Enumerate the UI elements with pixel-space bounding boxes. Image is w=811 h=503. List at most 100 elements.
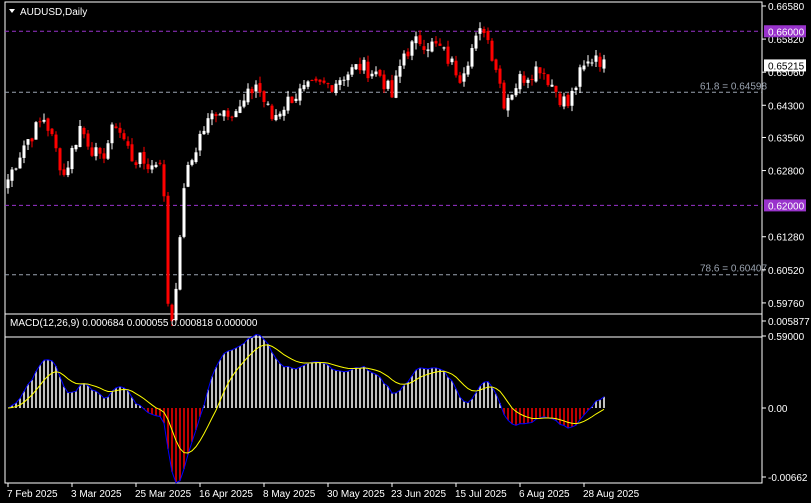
- candle-body: [30, 138, 34, 142]
- candle-body: [362, 59, 366, 71]
- level-price-label: 0.62000: [768, 201, 805, 212]
- candle-body: [326, 83, 330, 85]
- candle-body: [194, 152, 198, 162]
- y-tick-label: 0.61280: [768, 233, 805, 244]
- candle-body: [98, 147, 102, 154]
- candle-body: [122, 133, 126, 140]
- candle-body: [522, 75, 526, 83]
- candle-body: [34, 122, 38, 140]
- candle-body: [106, 143, 110, 159]
- candle-body: [90, 147, 94, 156]
- candle-body: [6, 179, 10, 189]
- candle-body: [538, 67, 542, 74]
- candle-body: [230, 116, 234, 118]
- candle-body: [602, 59, 606, 69]
- candle-body: [218, 114, 222, 116]
- candle-body: [174, 288, 178, 321]
- candle-body: [266, 103, 270, 105]
- candle-body: [322, 80, 326, 83]
- fib-level-label: 61.8 = 0.64598: [700, 81, 767, 92]
- candle-body: [178, 237, 182, 290]
- y-tick-label: 0.66580: [768, 2, 805, 13]
- candles: [6, 22, 606, 327]
- candle-body: [302, 85, 306, 90]
- candle-body: [310, 80, 314, 82]
- candle-body: [274, 115, 278, 121]
- candle-body: [566, 94, 570, 107]
- candle-body: [118, 127, 122, 133]
- x-tick-label: 23 Jun 2025: [391, 489, 446, 500]
- candle-body: [86, 133, 90, 147]
- candle-body: [14, 168, 18, 170]
- candle-body: [554, 85, 558, 92]
- candle-body: [458, 75, 462, 83]
- candle-body: [422, 46, 426, 50]
- candle-body: [142, 151, 146, 164]
- candle-body: [470, 48, 474, 67]
- macd-y-tick-label: 0.005877: [768, 317, 810, 328]
- candle-body: [58, 148, 62, 171]
- candle-body: [358, 63, 362, 71]
- candle-body: [590, 62, 594, 64]
- candle-body: [410, 41, 414, 56]
- symbol-label: AUDUSD,Daily: [20, 7, 87, 18]
- candle-body: [46, 118, 50, 131]
- candle-body: [50, 128, 54, 135]
- candle-body: [374, 71, 378, 75]
- current-price-label: 0.65215: [768, 61, 805, 72]
- x-tick-label: 3 Mar 2025: [71, 489, 122, 500]
- macd-line: [7, 334, 605, 484]
- candle-body: [246, 88, 250, 103]
- candle-body: [354, 64, 358, 70]
- candle-body: [574, 87, 578, 90]
- candle-body: [82, 128, 86, 135]
- chart-canvas[interactable]: 61.8 = 0.64598 78.6 = 0.60407 0.66580 0.65…: [0, 0, 811, 503]
- candle-body: [130, 144, 134, 162]
- x-tick-label: 16 Apr 2025: [199, 489, 253, 500]
- candle-body: [18, 157, 22, 169]
- x-tick-label: 7 Feb 2025: [7, 489, 58, 500]
- candle-body: [346, 74, 350, 81]
- candle-body: [582, 65, 586, 70]
- candle-body: [474, 35, 478, 49]
- candle-body: [66, 167, 70, 176]
- candle-body: [378, 69, 382, 76]
- macd-label: MACD(12,26,9) 0.000684 0.000055 0.000818…: [10, 318, 258, 329]
- candle-body: [442, 47, 446, 49]
- candle-body: [74, 144, 78, 150]
- candle-body: [226, 110, 230, 117]
- candle-body: [162, 164, 166, 197]
- macd-indicator: [7, 334, 605, 484]
- candle-body: [138, 152, 142, 164]
- candle-body: [526, 79, 530, 83]
- candle-body: [62, 169, 66, 175]
- candle-body: [298, 88, 302, 101]
- candle-body: [530, 78, 534, 80]
- dropdown-triangle-icon[interactable]: [9, 9, 15, 13]
- chart-window[interactable]: 61.8 = 0.64598 78.6 = 0.60407 0.66580 0.65…: [0, 0, 811, 503]
- y-tick-label: 0.63560: [768, 133, 805, 144]
- candle-body: [202, 130, 206, 135]
- candle-body: [234, 111, 238, 118]
- candle-body: [242, 100, 246, 107]
- candle-body: [462, 73, 466, 82]
- fib-level-label: 78.6 = 0.60407: [700, 264, 767, 275]
- candle-body: [350, 67, 354, 75]
- candle-body: [546, 74, 550, 86]
- candle-body: [446, 46, 450, 64]
- candle-body: [238, 106, 242, 113]
- y-tick-label: 0.59760: [768, 299, 805, 310]
- candle-body: [370, 73, 374, 77]
- candle-body: [42, 119, 46, 122]
- candle-body: [594, 55, 598, 62]
- candle-body: [158, 162, 162, 164]
- candle-body: [454, 60, 458, 76]
- candle-body: [102, 153, 106, 159]
- candle-body: [278, 113, 282, 117]
- candle-body: [210, 113, 214, 120]
- candle-body: [482, 28, 486, 34]
- candle-body: [518, 74, 522, 90]
- candle-body: [70, 147, 74, 170]
- x-tick-label: 25 Mar 2025: [135, 489, 192, 500]
- candle-body: [286, 96, 290, 111]
